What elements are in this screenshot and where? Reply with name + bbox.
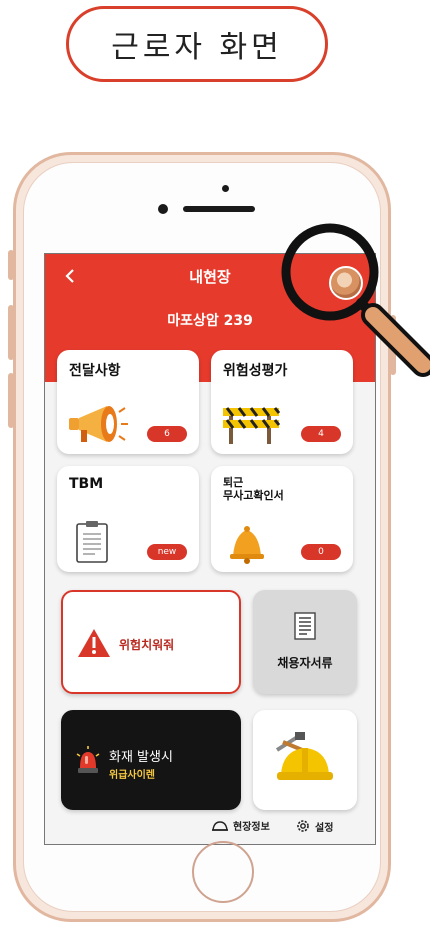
documents-button[interactable]: 채용자서류: [253, 590, 357, 694]
gear-icon: [297, 820, 309, 832]
earpiece-speaker: [183, 206, 255, 212]
notices-count-badge: 6: [147, 426, 187, 442]
siren-icon: [76, 746, 100, 773]
mute-switch: [8, 250, 14, 280]
card-tbm[interactable]: TBM new: [57, 466, 199, 572]
safety-gear-button[interactable]: [253, 710, 357, 810]
caption-bubble: 근로자 화면: [66, 6, 328, 82]
volume-up-button: [8, 305, 14, 360]
site-info-label: 현장정보: [233, 822, 270, 833]
warning-icon: [78, 629, 110, 657]
footer-bar: 현장정보 설정: [45, 814, 375, 844]
bell-icon: [230, 526, 264, 564]
helmet-icon: [212, 820, 228, 831]
hardhat-tools-icon: [275, 732, 333, 780]
caption-text: 근로자 화면: [111, 30, 283, 65]
danger-report-button[interactable]: 위험치워줘: [61, 590, 241, 694]
card-label-line1: 퇴근: [223, 476, 244, 489]
card-label: 전달사항: [69, 363, 121, 379]
front-camera: [158, 204, 168, 214]
barricade-icon: [223, 407, 281, 444]
danger-report-label: 위험치워줘: [119, 638, 175, 652]
document-icon: [294, 612, 316, 640]
risk-count-badge: 4: [301, 426, 341, 442]
home-button[interactable]: [192, 841, 254, 903]
fire-siren-button[interactable]: 화재 발생시 위급사이렌: [61, 710, 241, 810]
card-notices[interactable]: 전달사항 6: [57, 350, 199, 454]
fire-label-line2: 위급사이렌: [109, 770, 155, 781]
clipboard-icon: [76, 521, 108, 563]
card-label: 퇴근 무사고확인서: [223, 476, 284, 502]
documents-label: 채용자서류: [277, 656, 333, 670]
safety-count-badge: 0: [301, 544, 341, 560]
site-info-link[interactable]: 현장정보: [211, 818, 270, 833]
settings-label: 설정: [315, 822, 334, 834]
megaphone-icon: [69, 406, 128, 442]
settings-link[interactable]: 설정: [295, 818, 333, 834]
card-safety-confirmation[interactable]: 퇴근 무사고확인서 0: [211, 466, 353, 572]
volume-down-button: [8, 373, 14, 428]
sensor: [222, 185, 229, 192]
card-label: TBM: [69, 476, 104, 492]
tbm-new-badge: new: [147, 544, 187, 560]
card-label-line2: 무사고확인서: [223, 489, 284, 502]
magnifier-icon: [281, 223, 430, 377]
fire-label-line1: 화재 발생시: [109, 750, 173, 765]
